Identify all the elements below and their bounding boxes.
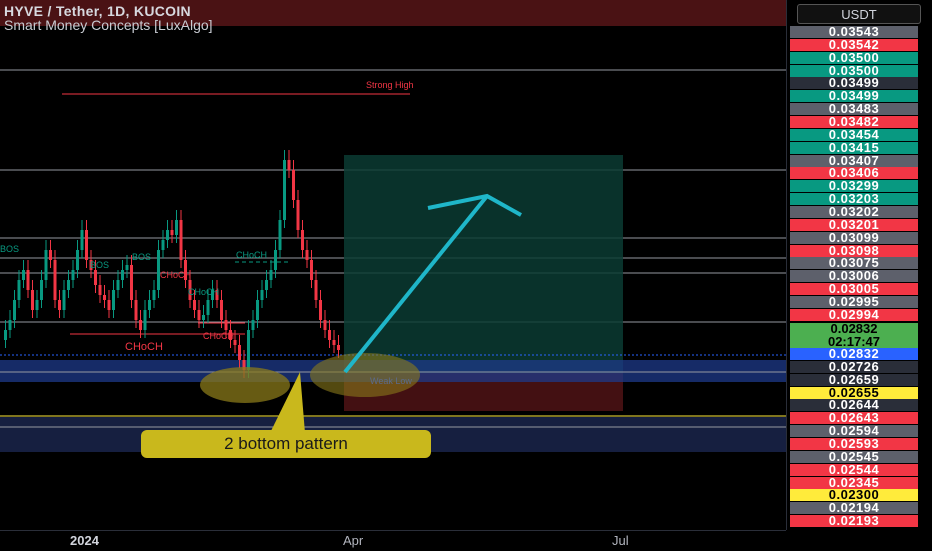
pattern-callout: 2 bottom pattern [141, 430, 431, 458]
time-label-apr: Apr [343, 533, 364, 548]
price-label: 0.02659 [790, 373, 918, 386]
bos-label: BOS [0, 244, 20, 254]
bottom-2-marker [310, 353, 420, 397]
choch-label: CHoCH [203, 331, 235, 341]
choch-label: CHoCH [160, 270, 192, 280]
bos-label: BOS [90, 260, 110, 270]
strong-high-label: Strong High [366, 80, 414, 90]
currency-button[interactable]: USDT [797, 4, 921, 24]
time-label-2024: 2024 [70, 533, 99, 548]
price-label: 0.02994 [790, 308, 918, 321]
choch-label: CHoCH [188, 287, 220, 297]
price-label: 0.02544 [790, 463, 918, 476]
time-label-jul: Jul [612, 533, 629, 548]
current-price-badge: 0.02832 02:17:47 [790, 322, 918, 349]
choch-label: CHoCH [125, 341, 163, 353]
candles [4, 150, 340, 378]
time-axis[interactable]: 2024 Apr Jul [0, 530, 786, 551]
profit-zone [344, 155, 623, 373]
indicator-name[interactable]: Smart Money Concepts [LuxAlgo] [4, 17, 213, 33]
bar-countdown: 02:17:47 [827, 333, 881, 349]
price-label: 0.02193 [790, 514, 918, 528]
price-label: 0.03500 [790, 51, 918, 64]
bottom-1-marker [200, 367, 290, 403]
bos-label: BOS [132, 252, 152, 262]
choch-label: CHoCH [236, 250, 268, 260]
weak-low-label: Weak Low [370, 376, 412, 386]
price-label: 0.03099 [790, 231, 918, 244]
chart-area[interactable]: HYVE / Tether, 1D, KUCOIN Smart Money Co… [0, 0, 786, 530]
price-label: 0.03415 [790, 141, 918, 154]
